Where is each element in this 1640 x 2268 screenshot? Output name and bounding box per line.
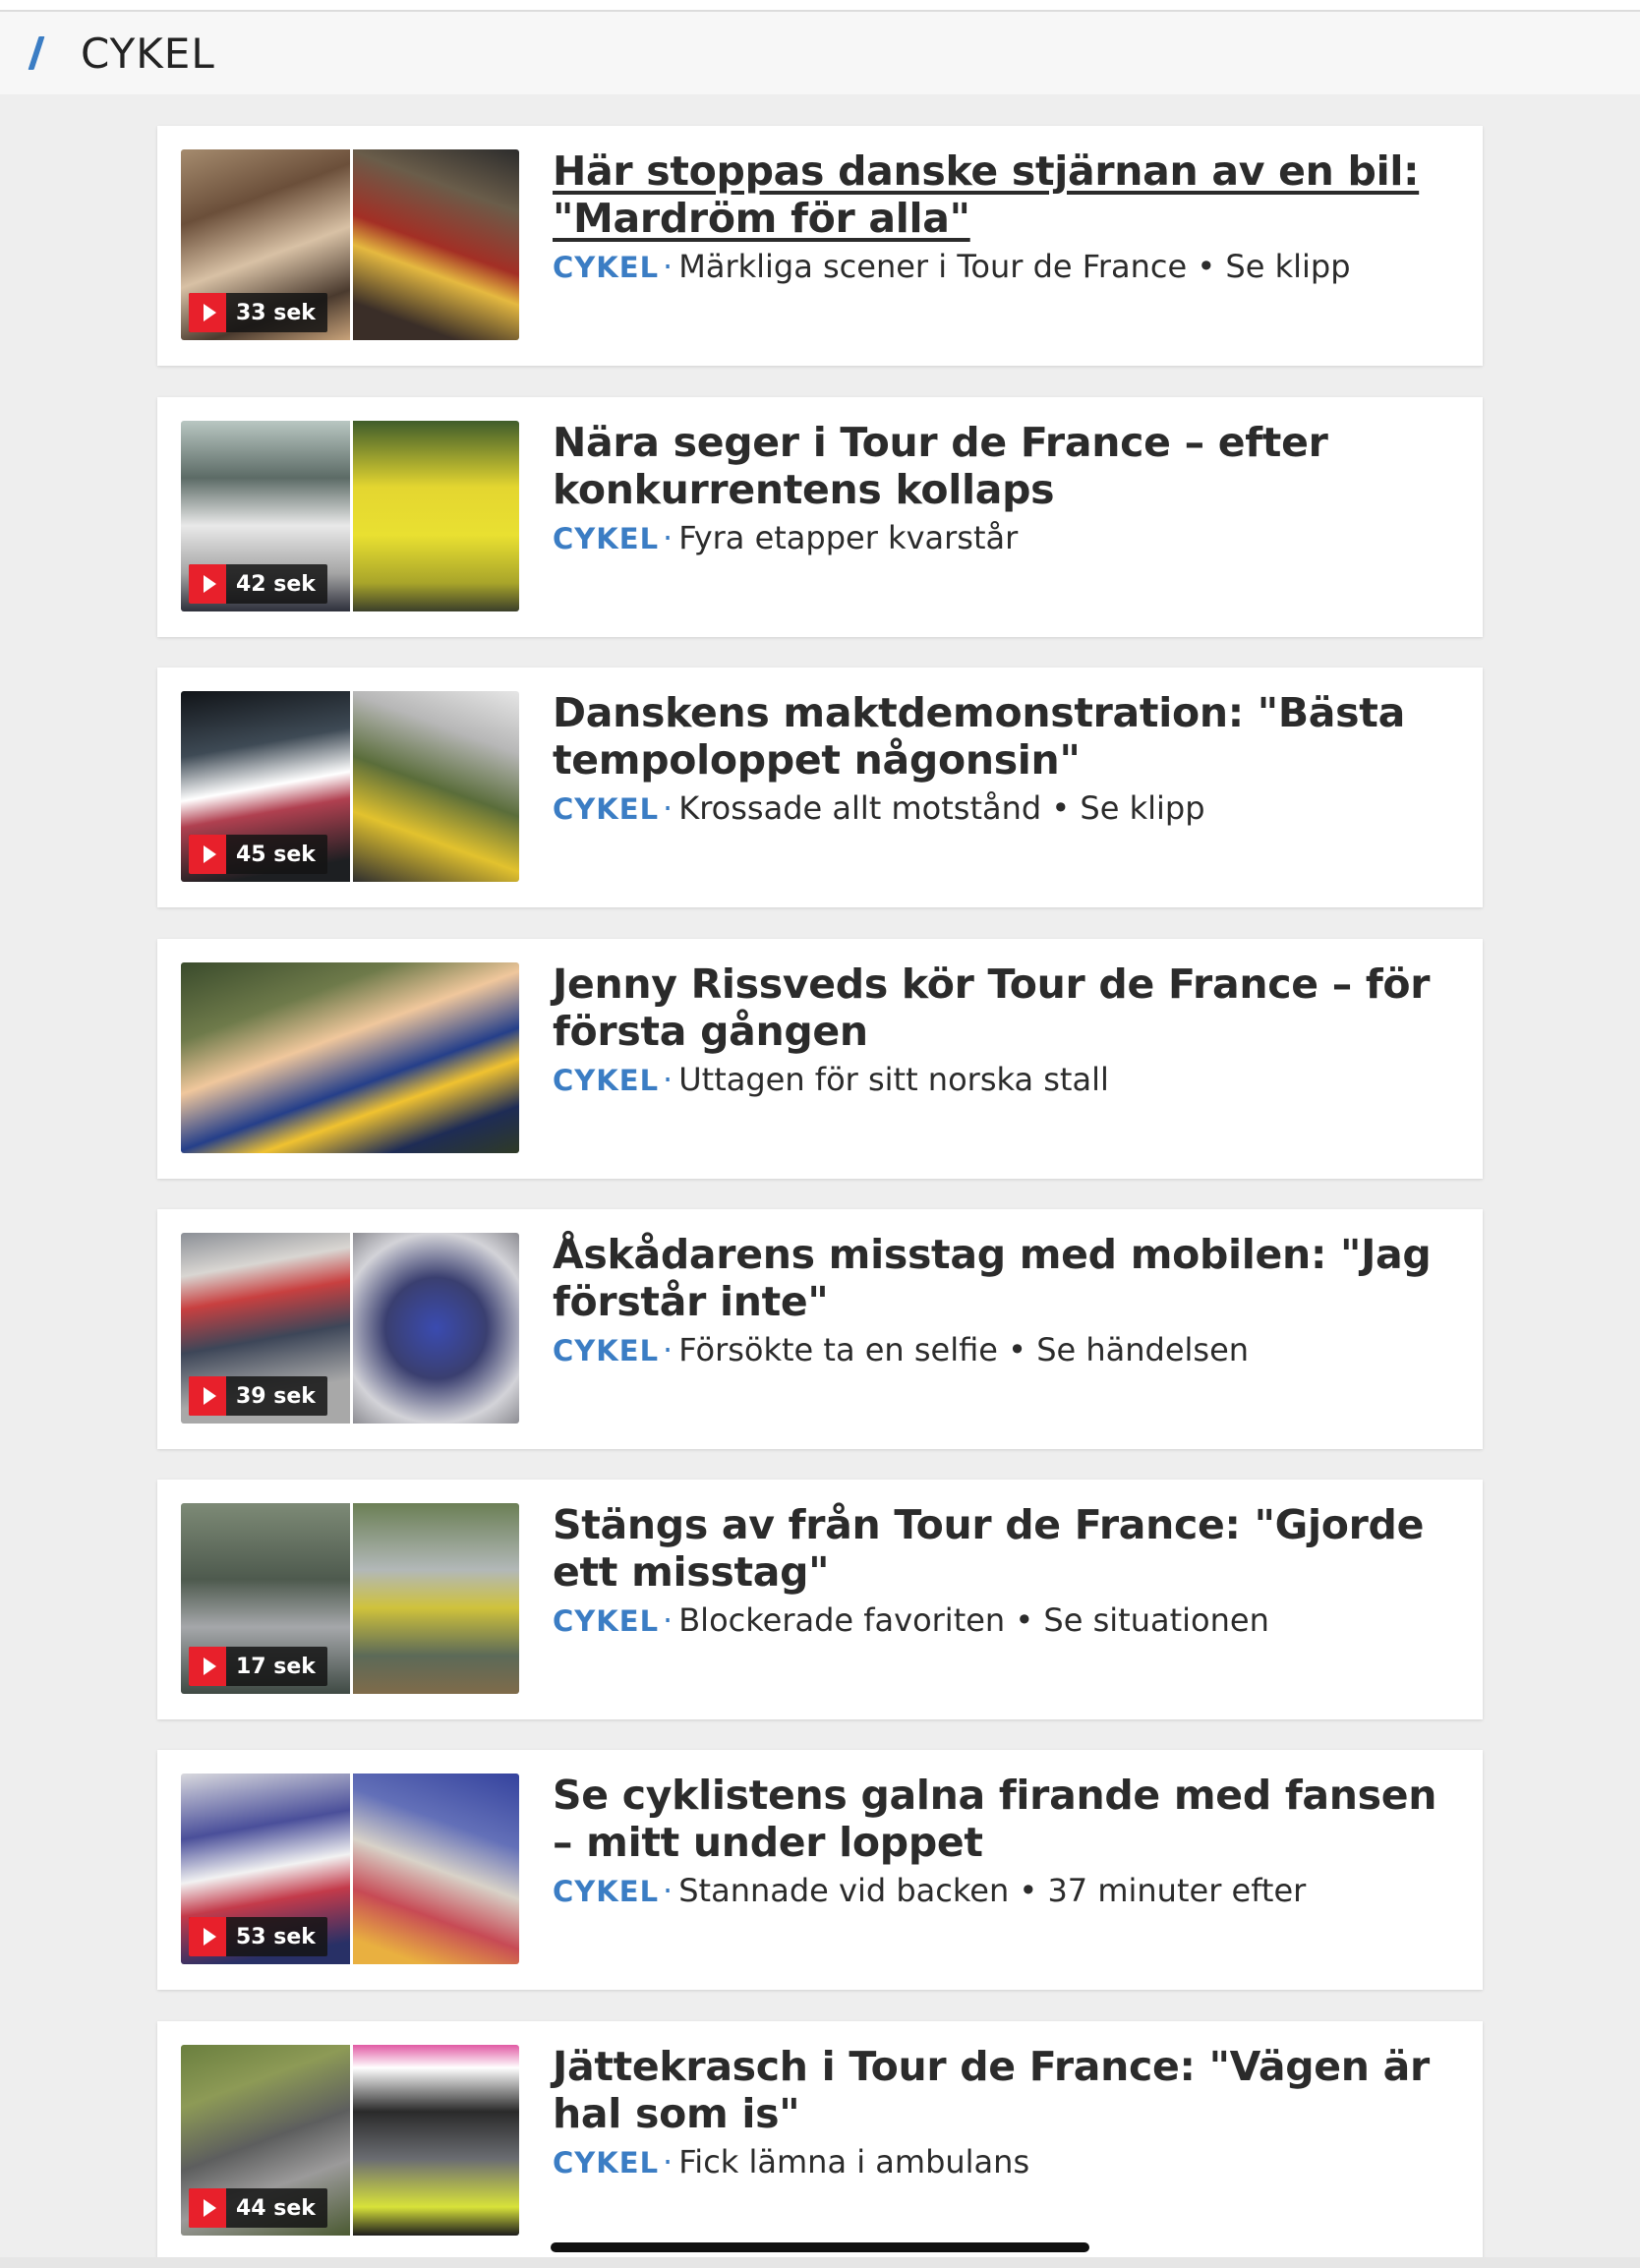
article-thumbnail[interactable] [181, 962, 519, 1153]
duration-label: 39 sek [236, 1383, 316, 1409]
article-meta: CYKEL · Märkliga scener i Tour de France •… [553, 248, 1351, 285]
article-meta: CYKEL · Blockerade favoriten • Se situatio… [553, 1601, 1269, 1639]
duration-label: 44 sek [236, 2195, 316, 2221]
category-label[interactable]: CYKEL [553, 1604, 659, 1638]
article-meta: CYKEL · Uttagen för sitt norska stall [553, 1061, 1109, 1098]
top-divider [0, 0, 1640, 12]
category-label[interactable]: CYKEL [553, 251, 659, 284]
play-icon [189, 1647, 226, 1686]
article-headline[interactable]: Nära seger i Tour de France – efter konk… [553, 419, 1467, 513]
article-headline[interactable]: Stängs av från Tour de France: "Gjorde e… [553, 1501, 1467, 1596]
article-card[interactable]: 39 sek Åskådarens misstag med mobilen: "… [157, 1209, 1483, 1449]
article-subtitle: Märkliga scener i Tour de France • Se kl… [678, 248, 1351, 285]
article-subtitle: Krossade allt motstånd • Se klipp [678, 789, 1205, 827]
article-subtitle: Stannade vid backen • 37 minuter efter [678, 1872, 1307, 1909]
thumbnail-image [350, 1503, 519, 1694]
article-headline[interactable]: Danskens maktdemonstration: "Bästa tempo… [553, 689, 1467, 784]
play-icon [189, 2188, 226, 2228]
thumbnail-image [350, 2045, 519, 2236]
article-card[interactable]: Jenny Rissveds kör Tour de France – för … [157, 939, 1483, 1179]
category-label[interactable]: CYKEL [553, 1064, 659, 1097]
section-header: CYKEL [0, 12, 1640, 94]
article-meta: CYKEL · Krossade allt motstånd • Se klipp [553, 789, 1205, 827]
thumbnail-image [350, 149, 519, 340]
duration-label: 17 sek [236, 1654, 316, 1679]
category-label[interactable]: CYKEL [553, 1334, 659, 1367]
article-card[interactable]: 44 sek Jättekrasch i Tour de France: "Vä… [157, 2021, 1483, 2261]
play-icon [189, 1917, 226, 1956]
section-title[interactable]: CYKEL [81, 29, 215, 78]
article-meta: CYKEL · Stannade vid backen • 37 minuter e… [553, 1872, 1307, 1909]
article-subtitle: Försökte ta en selfie • Se händelsen [678, 1331, 1250, 1368]
article-headline[interactable]: Åskådarens misstag med mobilen: "Jag för… [553, 1231, 1467, 1325]
video-thumbnail[interactable]: 39 sek [181, 1233, 519, 1424]
video-duration-badge: 53 sek [189, 1917, 327, 1956]
play-icon [189, 564, 226, 604]
article-card[interactable]: 45 sek Danskens maktdemonstration: "Bäst… [157, 668, 1483, 907]
bottom-strip [0, 2257, 1640, 2268]
article-subtitle: Fyra etapper kvarstår [678, 519, 1019, 556]
article-headline[interactable]: Jenny Rissveds kör Tour de France – för … [553, 960, 1467, 1055]
thumbnail-image [181, 962, 519, 1153]
article-card[interactable]: 17 sek Stängs av från Tour de France: "G… [157, 1480, 1483, 1719]
article-meta: CYKEL · Fick lämna i ambulans [553, 2143, 1030, 2181]
thumbnail-image [350, 421, 519, 611]
video-duration-badge: 42 sek [189, 564, 327, 604]
article-meta: CYKEL · Fyra etapper kvarstår [553, 519, 1019, 556]
duration-label: 53 sek [236, 1924, 316, 1949]
article-headline[interactable]: Här stoppas danske stjärnan av en bil: "… [553, 147, 1467, 242]
video-thumbnail[interactable]: 45 sek [181, 691, 519, 882]
thumbnail-image [350, 691, 519, 882]
play-icon [189, 1376, 226, 1416]
video-duration-badge: 39 sek [189, 1376, 327, 1416]
video-thumbnail[interactable]: 17 sek [181, 1503, 519, 1694]
video-duration-badge: 33 sek [189, 293, 327, 332]
video-thumbnail[interactable]: 33 sek [181, 149, 519, 340]
play-icon [189, 835, 226, 874]
category-label[interactable]: CYKEL [553, 2146, 659, 2180]
article-subtitle: Uttagen för sitt norska stall [678, 1061, 1109, 1098]
video-thumbnail[interactable]: 42 sek [181, 421, 519, 611]
article-card[interactable]: 53 sek Se cyklistens galna firande med f… [157, 1750, 1483, 1990]
play-icon [189, 293, 226, 332]
video-duration-badge: 44 sek [189, 2188, 327, 2228]
video-thumbnail[interactable]: 44 sek [181, 2045, 519, 2236]
thumbnail-image [350, 1774, 519, 1964]
video-duration-badge: 17 sek [189, 1647, 327, 1686]
article-headline[interactable]: Se cyklistens galna firande med fansen –… [553, 1772, 1467, 1866]
category-label[interactable]: CYKEL [553, 1875, 659, 1908]
article-subtitle: Fick lämna i ambulans [678, 2143, 1030, 2181]
article-headline[interactable]: Jättekrasch i Tour de France: "Vägen är … [553, 2043, 1467, 2137]
thumbnail-image [350, 1233, 519, 1424]
article-card[interactable]: 42 sek Nära seger i Tour de France – eft… [157, 397, 1483, 637]
video-thumbnail[interactable]: 53 sek [181, 1774, 519, 1964]
slash-icon [29, 36, 43, 70]
article-card[interactable]: 33 sek Här stoppas danske stjärnan av en… [157, 126, 1483, 366]
video-duration-badge: 45 sek [189, 835, 327, 874]
home-indicator[interactable] [551, 2242, 1089, 2252]
category-label[interactable]: CYKEL [553, 792, 659, 826]
duration-label: 42 sek [236, 571, 316, 597]
duration-label: 45 sek [236, 842, 316, 867]
article-subtitle: Blockerade favoriten • Se situationen [678, 1601, 1269, 1639]
duration-label: 33 sek [236, 300, 316, 325]
category-label[interactable]: CYKEL [553, 522, 659, 555]
article-meta: CYKEL · Försökte ta en selfie • Se händels… [553, 1331, 1250, 1368]
